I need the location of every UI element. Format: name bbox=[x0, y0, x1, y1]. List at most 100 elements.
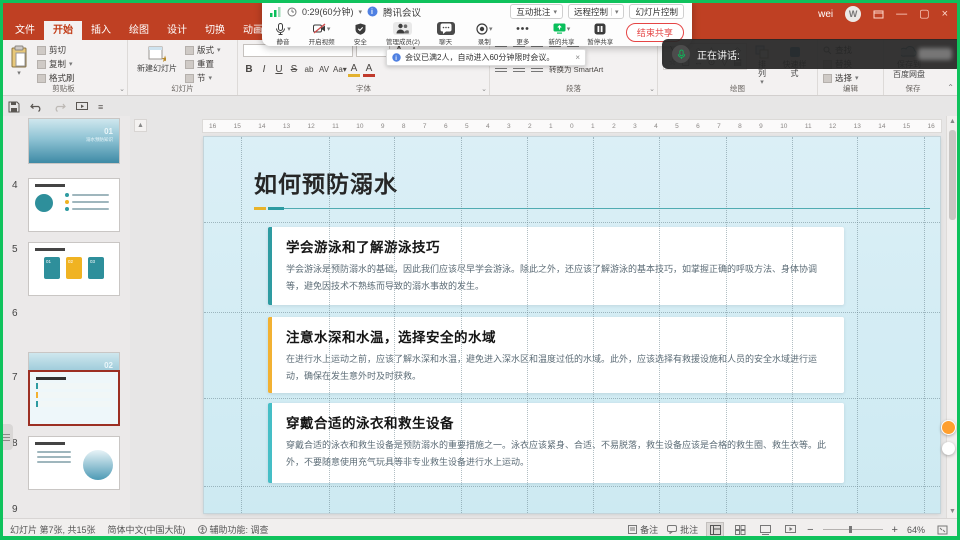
layout-button[interactable]: 版式 ▾ bbox=[185, 44, 221, 56]
accessibility-status[interactable]: 辅助功能: 调查 bbox=[198, 523, 269, 536]
vertical-scrollbar[interactable]: ▲ ▼ bbox=[946, 116, 957, 518]
speaking-mic-icon bbox=[672, 45, 690, 63]
font-color-button[interactable]: A bbox=[363, 63, 375, 77]
more-button[interactable]: 更多 bbox=[510, 22, 536, 46]
underline-button[interactable]: U bbox=[273, 64, 285, 75]
highlight-color-button[interactable]: A bbox=[348, 63, 360, 77]
ruler-left-scroll-arrow[interactable]: ▲ bbox=[134, 119, 147, 132]
minimize-button[interactable]: — bbox=[896, 9, 907, 20]
share-border-bottom bbox=[0, 536, 960, 540]
reading-view-button[interactable] bbox=[757, 523, 773, 537]
mute-button[interactable]: ▾ 静音 bbox=[270, 22, 296, 46]
timer-caret-icon[interactable]: ▾ bbox=[359, 8, 363, 16]
scrollbar-thumb[interactable] bbox=[949, 130, 956, 220]
redo-icon[interactable] bbox=[53, 102, 66, 112]
language-status[interactable]: 简体中文(中国大陆) bbox=[108, 523, 186, 536]
slide-canvas[interactable]: 如何预防溺水 学会游泳和了解游泳技巧 学会游泳是预防溺水的基础，因此我们应该尽早… bbox=[204, 137, 940, 513]
notice-close-icon[interactable]: × bbox=[575, 53, 580, 62]
bold-button[interactable]: B bbox=[243, 64, 255, 75]
guide-line bbox=[924, 137, 925, 513]
clipboard-dialog-launcher[interactable]: ⌄ bbox=[119, 85, 125, 93]
strikethrough-button[interactable]: S bbox=[288, 64, 300, 75]
ruler-tick-label: 2 bbox=[612, 123, 616, 130]
italic-button[interactable]: I bbox=[258, 64, 270, 75]
paste-button[interactable]: ▾ bbox=[5, 43, 33, 80]
card-title: 穿戴合适的泳衣和救生设备 bbox=[286, 412, 830, 432]
speaking-name-blurred bbox=[918, 48, 952, 60]
chat-button[interactable]: 聊天 bbox=[433, 22, 459, 46]
zoom-slider-thumb[interactable] bbox=[849, 526, 852, 533]
start-video-button[interactable]: ▾ 开启视频 bbox=[309, 22, 335, 46]
zoom-level[interactable]: 64% bbox=[907, 525, 925, 535]
slideshow-view-button[interactable] bbox=[782, 523, 798, 537]
zoom-slider[interactable] bbox=[823, 529, 883, 530]
zoom-out-button[interactable]: − bbox=[807, 524, 813, 536]
comments-toggle[interactable]: 批注 bbox=[667, 523, 698, 536]
zoom-in-button[interactable]: + bbox=[892, 524, 898, 536]
record-icon bbox=[476, 23, 488, 35]
remote-control-dropdown[interactable]: 远程控制▾ bbox=[568, 4, 625, 19]
new-share-button[interactable]: ▾ 新的共享 bbox=[549, 22, 575, 46]
ribbon-tab-开始[interactable]: 开始 bbox=[44, 21, 82, 40]
content-card-2[interactable]: 注意水深和水温，选择安全的水域 在进行水上运动之前，应该了解水深和水温，避免进入… bbox=[268, 317, 844, 393]
align-center-icon[interactable] bbox=[513, 65, 525, 74]
fit-to-window-button[interactable] bbox=[934, 523, 950, 537]
paste-caret-icon: ▾ bbox=[17, 70, 21, 78]
ribbon-display-options-icon[interactable] bbox=[873, 9, 884, 20]
guide-line bbox=[204, 486, 940, 487]
ruler-tick-label: 0 bbox=[570, 123, 574, 130]
ribbon-tab-插入[interactable]: 插入 bbox=[82, 21, 120, 40]
normal-view-button[interactable] bbox=[707, 523, 723, 537]
qat-more-icon[interactable]: ≡ bbox=[98, 102, 103, 112]
ribbon-tab-设计[interactable]: 设计 bbox=[158, 21, 196, 40]
card-body: 学会游泳是预防溺水的基础，因此我们应该尽早学会游泳。除此之外，还应该了解游泳的基… bbox=[286, 261, 830, 294]
thumbnail-slide-4[interactable] bbox=[28, 178, 120, 232]
copy-button[interactable]: 复制 ▾ bbox=[37, 58, 75, 70]
floating-widget-icon[interactable] bbox=[941, 420, 956, 435]
align-left-icon[interactable] bbox=[495, 65, 507, 74]
ruler-tick-label: 2 bbox=[528, 123, 532, 130]
ruler-tick-label: 4 bbox=[654, 123, 658, 130]
ribbon-tab-切换[interactable]: 切换 bbox=[196, 21, 234, 40]
pause-share-button[interactable]: 暂停共享 bbox=[587, 22, 613, 46]
content-card-3[interactable]: 穿戴合适的泳衣和救生设备 穿戴合适的泳衣和救生设备是预防溺水的重要措施之一。泳衣… bbox=[268, 403, 844, 483]
reset-button[interactable]: 重置 bbox=[185, 58, 221, 70]
thumbnail-slide-7-selected[interactable] bbox=[28, 370, 120, 426]
manage-members-button[interactable]: 管理成员(2) bbox=[386, 22, 420, 46]
thumbnail-slide-8[interactable] bbox=[28, 436, 120, 490]
slides-group: ★ 新建幻灯片 版式 ▾ 重置 节 ▾ 幻灯片 bbox=[128, 40, 238, 95]
paragraph-dialog-launcher[interactable]: ⌄ bbox=[649, 85, 655, 93]
avatar[interactable]: W bbox=[845, 6, 861, 22]
svg-text:i: i bbox=[371, 9, 373, 16]
start-slideshow-icon[interactable] bbox=[76, 102, 88, 112]
thumbnail-slide-3[interactable]: 01 溺水预防知识 bbox=[28, 118, 120, 164]
char-spacing-button[interactable]: AV bbox=[318, 65, 330, 74]
record-button[interactable]: ▾ 录制 bbox=[471, 22, 497, 46]
slide-sorter-view-button[interactable] bbox=[732, 523, 748, 537]
floating-widget-icon[interactable] bbox=[942, 442, 955, 455]
card-title: 学会游泳和了解游泳技巧 bbox=[286, 236, 830, 256]
notes-toggle[interactable]: 备注 bbox=[628, 523, 658, 536]
font-dialog-launcher[interactable]: ⌄ bbox=[481, 85, 487, 93]
text-shadow-button[interactable]: ab bbox=[303, 65, 315, 74]
thumbnail-slide-5[interactable]: 01 02 03 bbox=[28, 242, 120, 296]
cut-button[interactable]: 剪切 bbox=[37, 44, 75, 56]
collapse-ribbon-icon[interactable]: ⌃ bbox=[947, 83, 954, 92]
security-button[interactable]: 安全 bbox=[347, 22, 373, 46]
content-card-1[interactable]: 学会游泳和了解游泳技巧 学会游泳是预防溺水的基础，因此我们应该尽早学会游泳。除此… bbox=[268, 227, 844, 305]
restore-button[interactable]: ▢ bbox=[919, 9, 929, 20]
share-border-top bbox=[0, 0, 960, 3]
annotate-dropdown[interactable]: 互动批注▾ bbox=[510, 4, 563, 19]
save-icon[interactable] bbox=[8, 101, 20, 113]
ribbon-tab-文件[interactable]: 文件 bbox=[6, 21, 44, 40]
slide-control-button[interactable]: 幻灯片控制 bbox=[629, 4, 684, 19]
close-button[interactable]: × bbox=[942, 9, 948, 20]
timer-icon bbox=[287, 7, 297, 17]
ruler-tick-label: 6 bbox=[696, 123, 700, 130]
align-right-icon[interactable] bbox=[531, 65, 543, 74]
ribbon-tab-绘图[interactable]: 绘图 bbox=[120, 21, 158, 40]
change-case-button[interactable]: Aa▾ bbox=[333, 65, 345, 74]
slide-title[interactable]: 如何预防溺水 bbox=[254, 165, 398, 199]
new-slide-button[interactable]: ★ 新建幻灯片 bbox=[133, 43, 181, 75]
undo-icon[interactable] bbox=[30, 102, 43, 112]
